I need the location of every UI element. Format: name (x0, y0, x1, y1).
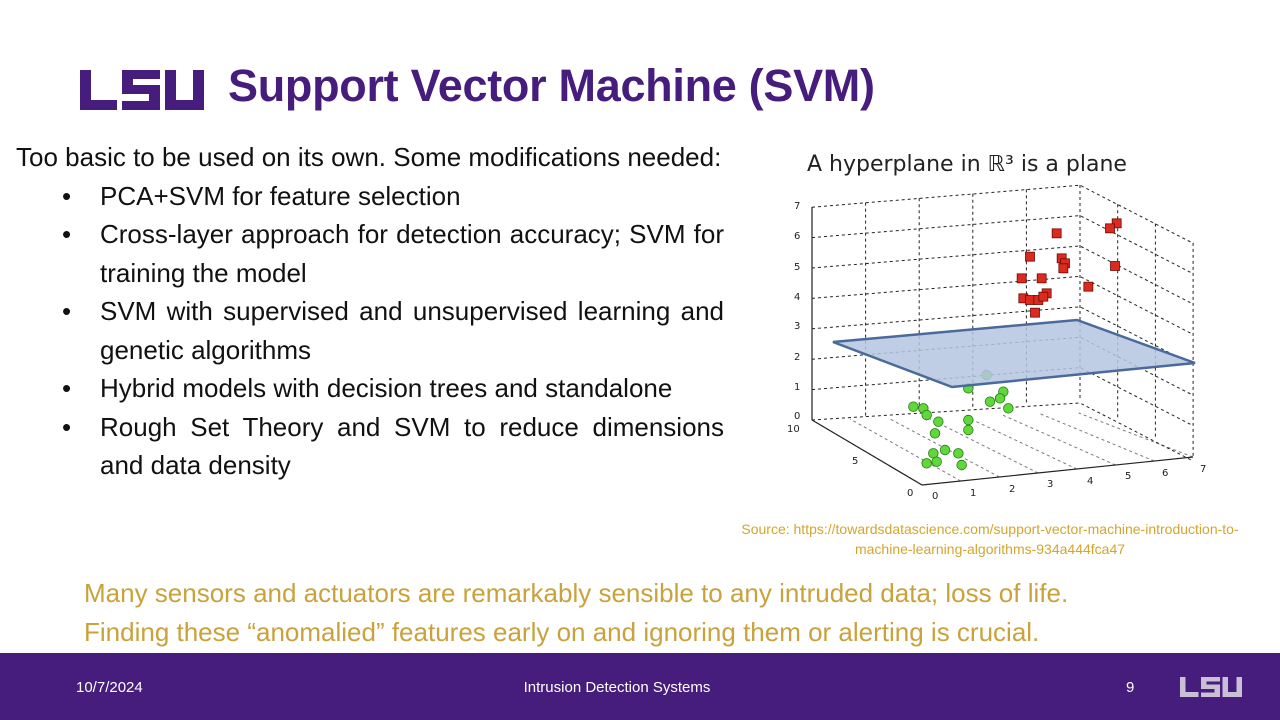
svm-hyperplane-figure: A hyperplane in ℝ³ is a plane 0 1 2 3 4 … (787, 152, 1206, 502)
note-line: Many sensors and actuators are remarkabl… (84, 578, 1069, 608)
data-point-square (1105, 223, 1115, 234)
note-line: Finding these “anomalied” features early… (84, 617, 1040, 647)
x-tick: 0 (932, 491, 938, 502)
data-point-square (1025, 295, 1035, 305)
x-tick: 1 (970, 488, 976, 499)
data-point-circle (956, 459, 967, 471)
y-tick: 0 (907, 488, 913, 499)
data-point-circle (1003, 403, 1014, 414)
bullet-item: SVM with supervised and unsupervised lea… (16, 292, 724, 369)
slide-body: Too basic to be used on its own. Some mo… (16, 138, 724, 485)
data-point-circle (963, 414, 974, 426)
data-point-square (1038, 291, 1049, 302)
data-point-square (1036, 273, 1047, 284)
y-axis (811, 419, 923, 486)
footer-lsu-logo (1180, 677, 1242, 697)
figure-title: A hyperplane in ℝ³ is a plane (807, 152, 1127, 177)
grid-line (1040, 413, 1155, 462)
bullet-item: Rough Set Theory and SVM to reduce dimen… (16, 408, 724, 485)
bullet-list: PCA+SVM for feature selection Cross-laye… (16, 177, 724, 485)
lsu-logo (80, 70, 204, 110)
x-tick: 5 (1125, 471, 1131, 482)
grid-line (964, 415, 1078, 470)
data-point-circle (984, 396, 996, 407)
bullet-item: PCA+SVM for feature selection (16, 177, 724, 216)
x-tick: 6 (1162, 468, 1168, 479)
data-point-circle (994, 393, 1006, 404)
data-point-circle (953, 448, 964, 459)
data-point-square (1083, 281, 1094, 292)
image-source-caption: Source: https://towardsdatascience.com/s… (741, 521, 1239, 557)
data-point-circle (908, 401, 919, 412)
bullet-item: Cross-layer approach for detection accur… (16, 215, 724, 292)
data-point-square (1051, 228, 1062, 239)
z-tick: 7 (794, 201, 800, 212)
grid-line (811, 245, 1194, 305)
data-point-circle (929, 428, 941, 439)
page-number: 9 (1126, 679, 1135, 696)
x-tick: 2 (1009, 484, 1015, 495)
data-point-circle (931, 456, 942, 467)
grid-line (811, 215, 1194, 275)
grid-line (1002, 414, 1116, 466)
grid-line (1078, 412, 1194, 458)
grid-line (811, 184, 1194, 244)
z-tick: 5 (794, 262, 800, 273)
z-tick: 3 (794, 321, 800, 332)
hyperplane (832, 318, 1196, 389)
data-point-circle (939, 444, 951, 456)
data-point-circle (933, 416, 944, 427)
z-tick: 4 (794, 292, 800, 303)
z-tick: 1 (794, 382, 800, 393)
data-point-square (1016, 273, 1027, 284)
y-tick: 5 (852, 456, 858, 467)
x-tick: 7 (1200, 464, 1206, 475)
data-point-circle (963, 424, 974, 436)
x-tick: 3 (1047, 479, 1053, 490)
bullet-item: Hybrid models with decision trees and st… (16, 369, 724, 408)
data-point-square (1025, 251, 1035, 262)
y-tick: 10 (787, 424, 800, 435)
slide-footer: 10/7/2024 Intrusion Detection Systems 9 (0, 653, 1280, 720)
data-point-square (1110, 261, 1120, 271)
z-tick: 6 (794, 231, 800, 242)
footer-title: Intrusion Detection Systems (523, 679, 711, 696)
grid-line (926, 416, 1039, 474)
z-tick: 2 (794, 352, 800, 363)
data-point-circle (921, 409, 932, 421)
data-point-square (1058, 263, 1069, 274)
slide-title: Support Vector Machine (SVM) (228, 60, 875, 111)
data-point-circle (921, 458, 932, 469)
grid-line (811, 402, 1194, 462)
highlight-note: Many sensors and actuators are remarkabl… (84, 574, 1068, 652)
data-point-square (1030, 307, 1040, 318)
z-tick: 0 (794, 411, 800, 422)
intro-text: Too basic to be used on its own. Some mo… (16, 142, 722, 172)
x-tick: 4 (1087, 476, 1093, 487)
